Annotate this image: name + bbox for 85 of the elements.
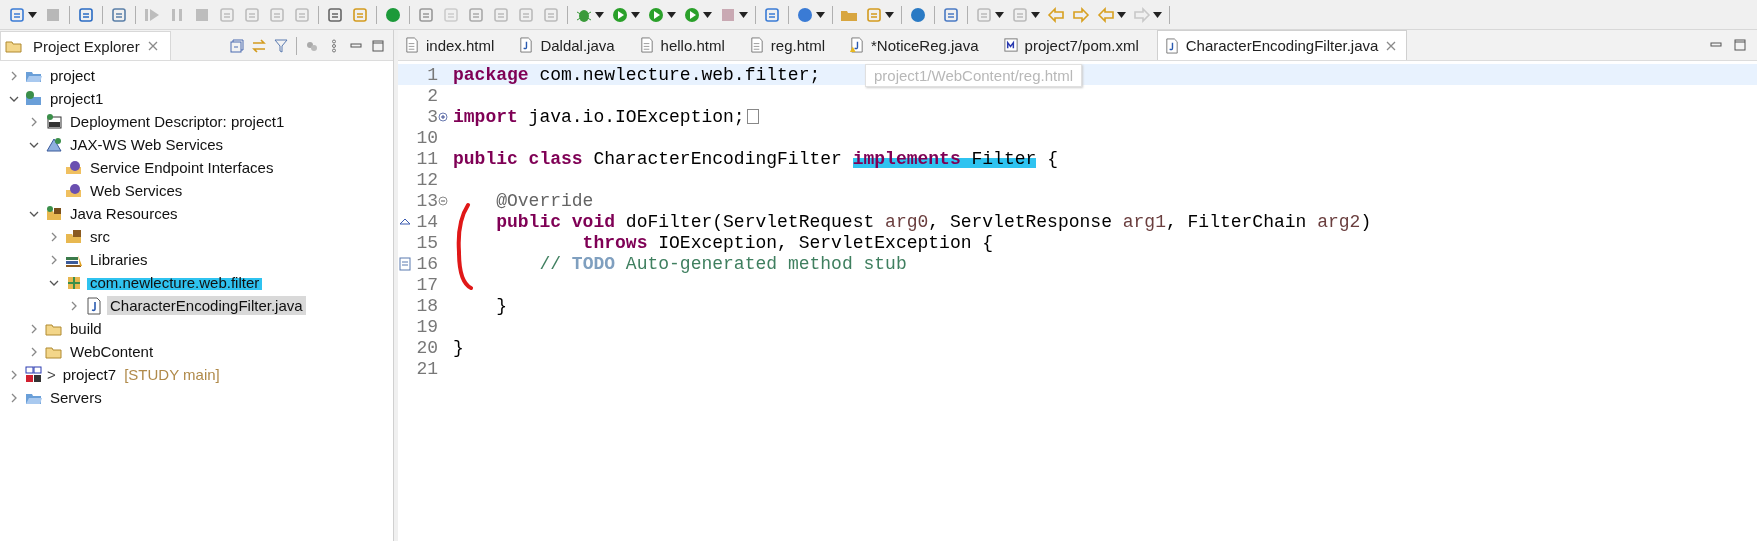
line-number: 20 [415,337,438,358]
line-number: 12 [415,169,438,190]
tree-item[interactable]: Java Resources [67,204,181,223]
dropdown-arrow-icon[interactable] [28,11,37,18]
dropdown-arrow-icon[interactable] [1153,11,1162,18]
dropdown-arrow-icon[interactable] [703,11,712,18]
code-line: } [452,337,464,358]
expand-fold-icon[interactable] [438,111,448,122]
folded-code-box[interactable] [746,109,759,124]
collapse-all-icon[interactable] [230,38,244,53]
folder-icon [65,227,83,246]
dropdown-arrow-icon[interactable] [995,11,1004,18]
view-tab[interactable]: Project Explorer [0,31,171,60]
editor-tab[interactable]: Daldal.java [512,30,633,60]
line-number: 3 [426,106,438,127]
file-icon [748,37,765,53]
line-number: 1 [426,64,438,85]
dropdown-arrow-icon[interactable] [739,11,748,18]
editor-tab[interactable]: *NoticeReg.java [843,30,997,60]
dropdown-arrow-icon[interactable] [885,11,894,18]
code-line: public void doFilter(ServletRequest arg0, ServletResponse arg1, FilterChain arg2) [495,211,1372,232]
arrow-right-icon[interactable] [1072,5,1090,24]
code-line: } [495,295,507,316]
file-icon [1163,37,1180,54]
dropdown-arrow-icon[interactable] [595,11,604,18]
tree-item[interactable]: project1 [47,89,107,108]
code-line: @Override [495,190,594,211]
line-number: 13 [415,190,438,211]
tree-item[interactable]: Deployment Descriptor: project1 [67,112,288,131]
folder-icon [45,204,63,223]
file-icon [1002,37,1019,53]
folder-icon [25,89,43,108]
tree-item[interactable]: project7 [59,365,120,384]
dropdown-arrow-icon[interactable] [667,11,676,18]
maximize-icon[interactable] [1733,38,1747,52]
dropdown-arrow-icon[interactable] [631,11,640,18]
folder-icon [65,181,83,200]
folder-icon [65,158,83,177]
editor-tab[interactable]: CharacterEncodingFilter.java [1156,30,1408,60]
editor-tab[interactable]: project7/pom.xml [996,30,1157,60]
code-line: package com.newlecture.web.filter; [452,64,821,85]
file-icon [638,37,655,53]
code-line: import java.io.IOException; [452,106,745,127]
editor-tab[interactable]: index.html [398,30,513,60]
editor-tab[interactable]: reg.html [742,30,843,60]
line-number: 18 [415,295,438,316]
line-number: 17 [415,274,438,295]
collapse-fold-icon[interactable] [438,195,448,206]
git-marker: > [47,366,56,383]
file-icon [518,37,535,53]
dropdown-arrow-icon[interactable] [1031,11,1040,18]
tree-item[interactable]: Servers [47,388,105,407]
editor-tab[interactable]: hello.html [632,30,743,60]
file-icon [849,37,865,53]
line-number: 19 [415,316,438,337]
line-number: 14 [415,211,438,232]
tree-item[interactable]: project [47,66,99,85]
file-icon [404,37,420,53]
code-line: // TODO Auto-generated method stub [538,253,907,274]
branch-tag: [STUDY main] [124,366,220,383]
tree-item[interactable]: WebContent [67,342,157,361]
triangle-icon [45,135,63,154]
tree-item[interactable]: src [87,227,113,246]
tree-item[interactable]: JAX-WS Web Services [67,135,227,154]
line-number: 2 [426,85,438,106]
code-line: throws IOException, ServletException { [581,232,994,253]
file-icon [85,296,103,315]
link-arrows-icon[interactable] [252,38,266,53]
line-number: 16 [415,253,438,274]
line-number: 21 [415,358,438,379]
tree-item[interactable]: build [67,319,105,338]
tree-item[interactable]: Web Services [87,181,186,200]
arrow-left-icon[interactable] [1047,5,1065,24]
tree-item[interactable]: CharacterEncodingFilter.java [107,296,306,315]
view-title: Project Explorer [33,37,140,55]
line-number: 15 [415,232,438,253]
tooltip: project1/WebContent/reg.html [865,64,1082,87]
grid-icon [25,365,43,384]
line-number: 11 [415,148,438,169]
maximize-icon[interactable] [371,38,385,53]
dropdown-arrow-icon[interactable] [1117,11,1126,18]
tree-item[interactable]: Service Endpoint Interfaces [87,158,277,177]
dropdown-arrow-icon[interactable] [816,11,825,18]
tree-item[interactable]: Libraries [87,250,151,269]
line-number: 10 [415,127,438,148]
